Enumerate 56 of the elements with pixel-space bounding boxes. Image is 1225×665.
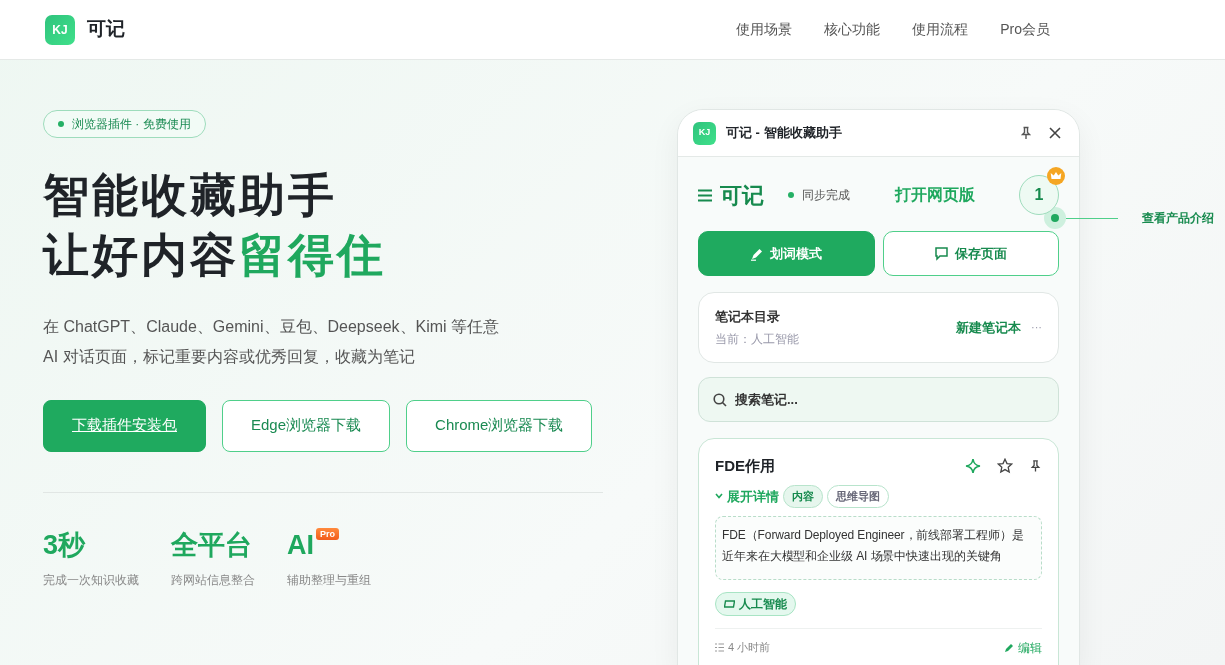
search-icon	[713, 392, 727, 407]
app-name: 可记	[720, 181, 764, 210]
sparkle-icon[interactable]	[965, 457, 981, 474]
chevron-icon	[715, 493, 723, 500]
hotspot-marker[interactable]	[1044, 207, 1066, 229]
chat-bubble-icon	[934, 246, 950, 261]
brand-name: 可记	[87, 17, 125, 42]
hero-description: 在 ChatGPT、Claude、Gemini、豆包、Deepseek、Kimi 等任意 AI 对话页面，标记重要内容或优秀回复，收藏为笔记	[43, 316, 501, 367]
product-intro-label[interactable]: 查看产品介绍	[1142, 209, 1214, 227]
download-button[interactable]: Edge浏览器下载	[222, 399, 391, 452]
tag-chip[interactable]: 人工智能	[715, 591, 796, 616]
sync-status: 同步完成	[802, 187, 850, 204]
note-timestamp: 4 小时前	[728, 640, 771, 656]
pencil-icon	[1004, 642, 1014, 653]
expand-details-toggle[interactable]: 展开详情	[715, 486, 779, 506]
nav-link-item[interactable]: 使用场景	[736, 19, 793, 40]
hero-title: 智能收藏助手 让好内容留得住	[43, 168, 387, 283]
download-button[interactable]: 下载插件安装包	[43, 399, 206, 452]
open-web-link[interactable]: 打开网页版	[894, 183, 975, 207]
window-title: 可记 - 智能收藏助手	[726, 124, 842, 143]
action-button[interactable]: 保存页面	[882, 231, 1059, 276]
pin-icon[interactable]	[1029, 458, 1042, 473]
more-button[interactable]: ···	[1031, 319, 1042, 336]
current-notebook: 当前：人工智能	[715, 330, 799, 348]
stat-value: 全平台	[171, 529, 252, 560]
tag-icon	[724, 599, 735, 608]
notebook-title: 笔记本目录	[715, 308, 781, 326]
view-tab[interactable]: 思维导图	[827, 485, 889, 508]
stat-value: AI	[287, 529, 314, 560]
app-logo: KJ	[45, 14, 75, 45]
highlighter-icon	[750, 246, 765, 261]
nav-link-item[interactable]: Pro会员	[1000, 19, 1050, 40]
close-icon[interactable]	[1049, 127, 1061, 139]
note-content: FDE（Forward Deployed Engineer，前线部署工程师）是近年来在大模型和企业级 AI 场景中快速出现的关键角	[715, 515, 1042, 580]
search-field[interactable]: 搜索笔记...	[698, 376, 1059, 422]
stat-value: 3秒	[43, 529, 86, 560]
pro-badge: Pro	[316, 527, 339, 540]
action-button[interactable]: 划词模式	[698, 231, 875, 276]
pin-icon[interactable]	[1019, 126, 1033, 140]
feature-badge: 浏览器插件 · 免费使用	[43, 110, 206, 138]
new-notebook-button[interactable]: 新建笔记本	[956, 317, 1021, 337]
stat-caption: 辅助整理与重组	[287, 572, 371, 589]
stat-caption: 完成一次知识收藏	[43, 572, 139, 589]
list-icon	[715, 643, 724, 652]
nav-link-item[interactable]: 核心功能	[824, 19, 881, 40]
download-button[interactable]: Chrome浏览器下载	[406, 399, 593, 452]
user-avatar[interactable]: 1	[1019, 175, 1059, 215]
nav-link-item[interactable]: 使用流程	[912, 19, 969, 40]
view-tab[interactable]: 内容	[783, 485, 823, 508]
menu-icon[interactable]	[698, 188, 712, 202]
note-title: FDE作用	[715, 455, 775, 476]
edit-button[interactable]: 编辑	[1004, 638, 1042, 657]
star-icon[interactable]	[997, 457, 1013, 474]
app-logo: KJ	[693, 121, 716, 145]
stat-caption: 跨网站信息整合	[171, 572, 255, 589]
crown-icon	[1047, 167, 1065, 185]
